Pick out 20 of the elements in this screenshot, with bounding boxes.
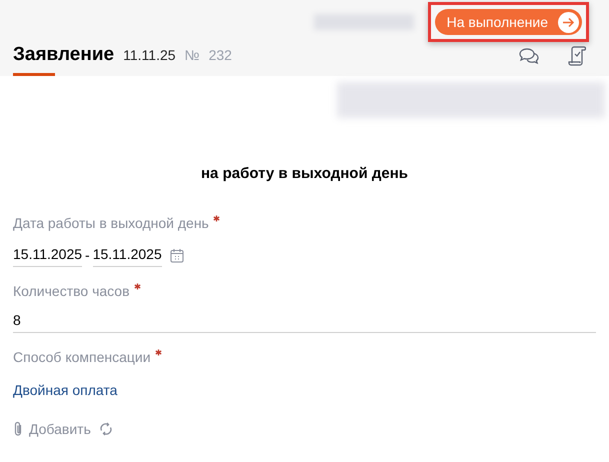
title-underline [13,73,55,76]
calendar-icon[interactable] [170,248,184,262]
date-field[interactable]: 15.11.2025 [13,244,82,266]
number-sign: № [184,46,200,64]
refresh-icon[interactable] [98,422,113,436]
paperclip-icon[interactable] [13,421,23,437]
chat-icon[interactable] [518,47,540,65]
compensation-link[interactable]: Двойная оплата [13,380,118,400]
date-field[interactable]: 15.11.2025 [92,244,162,266]
arrow-right-icon [558,12,579,32]
field-label: Дата работы в выходной день [13,214,209,233]
field-label: Количество часов [13,282,130,300]
document-check-icon[interactable] [568,46,586,66]
document-heading: на работу в выходной день [201,164,408,184]
hours-field[interactable]: 8 [13,310,596,332]
field-label: Способ компенсации [13,348,151,367]
page-title: Заявление [13,42,114,66]
document-number: 232 [208,46,232,64]
document-date: 11.11.25 [123,46,176,64]
range-separator: - [84,246,91,264]
